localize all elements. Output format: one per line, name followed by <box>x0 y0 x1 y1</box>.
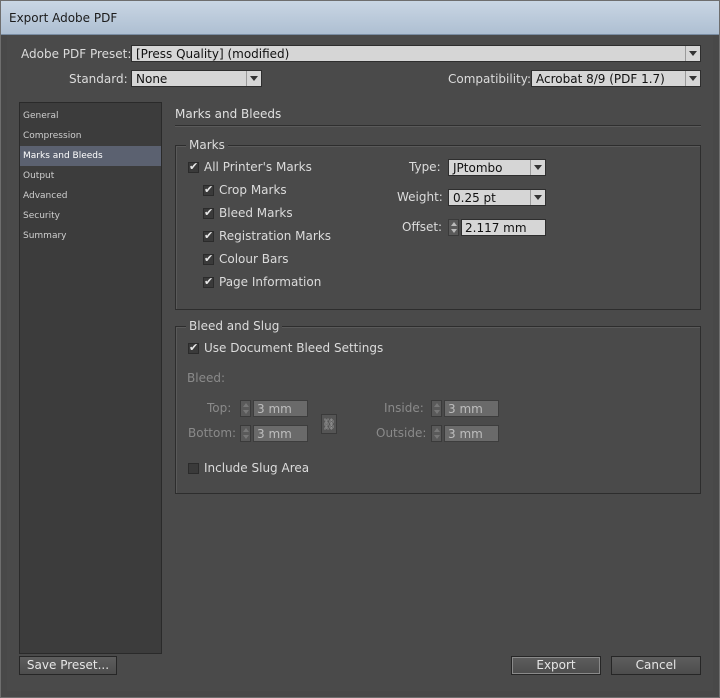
chevron-down-icon <box>246 71 261 86</box>
chevron-down-icon <box>530 160 545 175</box>
use-document-bleed-checkbox[interactable] <box>188 341 199 354</box>
standard-select[interactable]: None <box>131 70 262 87</box>
bleed-slug-group-title: Bleed and Slug <box>186 319 283 333</box>
colour-bars-label: Colour Bars <box>219 252 289 266</box>
all-printers-marks-label: All Printer's Marks <box>204 160 312 174</box>
registration-marks-checkbox[interactable] <box>203 229 214 242</box>
type-select[interactable]: JPtombo <box>448 159 546 176</box>
type-label: Type: <box>409 160 441 174</box>
save-preset-button[interactable]: Save Preset... <box>19 656 117 675</box>
offset-label: Offset: <box>402 220 443 234</box>
sidebar-item-security[interactable]: Security <box>20 206 161 226</box>
standard-label: Standard: <box>69 72 128 86</box>
chevron-down-icon <box>685 71 700 86</box>
include-slug-checkbox[interactable] <box>188 463 199 474</box>
weight-label: Weight: <box>397 190 443 204</box>
use-document-bleed-label: Use Document Bleed Settings <box>204 341 384 355</box>
cancel-button[interactable]: Cancel <box>611 656 701 675</box>
sidebar-item-label: Marks and Bleeds <box>23 151 103 161</box>
sidebar-item-label: Output <box>23 171 55 181</box>
marks-group-title: Marks <box>186 138 228 152</box>
dialog-body: Adobe PDF Preset: [Press Quality] (modif… <box>7 35 713 691</box>
standard-value: None <box>136 72 168 86</box>
sidebar-item-advanced[interactable]: Advanced <box>20 186 161 206</box>
sidebar-item-marks-and-bleeds[interactable]: Marks and Bleeds <box>20 146 161 166</box>
page-information-label: Page Information <box>219 275 322 289</box>
top-field[interactable]: 3 mm <box>253 400 308 417</box>
all-printers-marks-checkbox[interactable] <box>188 160 199 173</box>
chevron-down-icon <box>685 46 700 61</box>
offset-stepper[interactable] <box>448 219 459 236</box>
chain-link-icon[interactable]: ⛓ <box>321 414 337 434</box>
type-value: JPtombo <box>453 161 503 175</box>
sidebar-item-label: Compression <box>23 131 82 141</box>
sidebar-item-label: Security <box>23 211 60 221</box>
sidebar-item-summary[interactable]: Summary <box>20 226 161 246</box>
sidebar-item-label: Summary <box>23 231 67 241</box>
colour-bars-checkbox[interactable] <box>203 252 214 265</box>
sidebar-item-label: Advanced <box>23 191 68 201</box>
export-button[interactable]: Export <box>511 656 601 675</box>
export-pdf-window: Export Adobe PDF Adobe PDF Preset: [Pres… <box>0 0 720 698</box>
compatibility-value: Acrobat 8/9 (PDF 1.7) <box>536 72 665 86</box>
crop-marks-checkbox[interactable] <box>203 183 214 196</box>
crop-marks-label: Crop Marks <box>219 183 287 197</box>
inside-stepper[interactable] <box>431 400 442 417</box>
sidebar: General Compression Marks and Bleeds Out… <box>19 102 162 654</box>
title-bar: Export Adobe PDF <box>1 1 719 35</box>
sidebar-item-general[interactable]: General <box>20 106 161 126</box>
top-label: Top: <box>207 401 232 415</box>
sidebar-item-label: General <box>23 111 59 121</box>
page-information-checkbox[interactable] <box>203 275 214 288</box>
bottom-field[interactable]: 3 mm <box>253 425 308 442</box>
outside-field[interactable]: 3 mm <box>444 425 499 442</box>
bottom-label: Bottom: <box>188 426 237 440</box>
bleed-label: Bleed: <box>187 371 225 385</box>
top-stepper[interactable] <box>240 400 251 417</box>
weight-select[interactable]: 0.25 pt <box>448 189 546 206</box>
outside-stepper[interactable] <box>431 425 442 442</box>
compatibility-select[interactable]: Acrobat 8/9 (PDF 1.7) <box>531 70 701 87</box>
sidebar-item-compression[interactable]: Compression <box>20 126 161 146</box>
inside-label: Inside: <box>384 401 424 415</box>
preset-value: [Press Quality] (modified) <box>136 47 290 61</box>
outside-label: Outside: <box>376 426 427 440</box>
panel-title: Marks and Bleeds <box>175 107 282 121</box>
preset-select[interactable]: [Press Quality] (modified) <box>131 45 701 62</box>
panel-divider <box>175 125 701 127</box>
bleed-marks-label: Bleed Marks <box>219 206 293 220</box>
weight-value: 0.25 pt <box>453 191 496 205</box>
sidebar-item-output[interactable]: Output <box>20 166 161 186</box>
registration-marks-label: Registration Marks <box>219 229 332 243</box>
compatibility-label: Compatibility: <box>448 72 532 86</box>
bottom-stepper[interactable] <box>240 425 251 442</box>
chevron-down-icon <box>530 190 545 205</box>
preset-label: Adobe PDF Preset: <box>21 47 132 61</box>
offset-field[interactable]: 2.117 mm <box>461 219 546 236</box>
inside-field[interactable]: 3 mm <box>444 400 499 417</box>
window-title: Export Adobe PDF <box>9 11 118 25</box>
bleed-marks-checkbox[interactable] <box>203 206 214 219</box>
include-slug-label: Include Slug Area <box>204 461 310 475</box>
